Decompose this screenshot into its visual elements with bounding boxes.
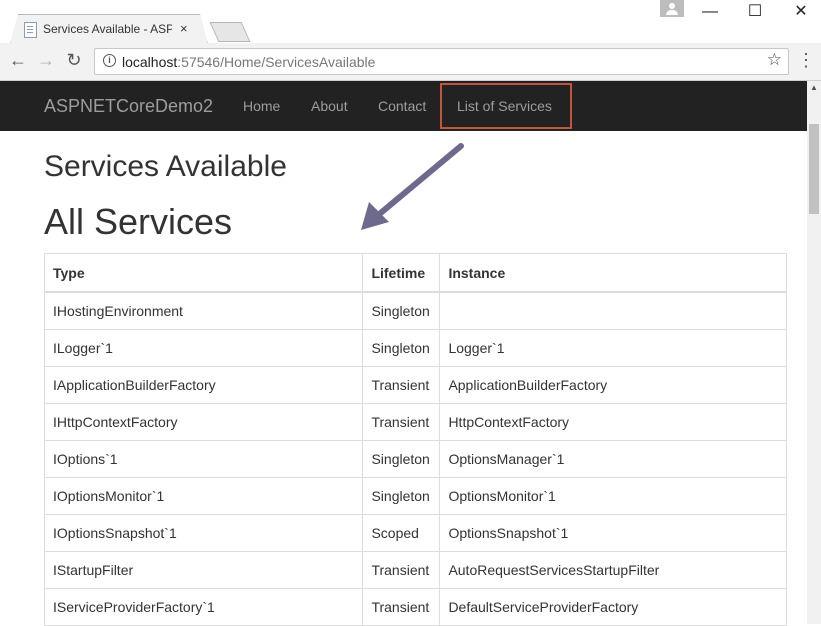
close-window-button[interactable]: ✕	[781, 0, 821, 24]
column-header-lifetime: Lifetime	[362, 253, 441, 293]
table-row: IOptionsSnapshot`1 Scoped OptionsSnapsho…	[43, 514, 787, 552]
tab-close-icon[interactable]: ×	[180, 21, 188, 36]
instance-cell	[439, 291, 787, 330]
scrollbar-thumb[interactable]	[809, 124, 819, 214]
table-row: IHostingEnvironment Singleton	[43, 291, 787, 330]
instance-cell: Logger`1	[439, 329, 787, 367]
table-row: IOptions`1 Singleton OptionsManager`1	[43, 440, 787, 478]
type-cell: IStartupFilter	[43, 551, 364, 589]
site-navbar: ASPNETCoreDemo2 Home About Contact List …	[0, 81, 807, 131]
type-cell: IOptionsMonitor`1	[43, 477, 364, 515]
instance-cell: DefaultServiceProviderFactory	[439, 588, 787, 626]
column-header-type: Type	[43, 253, 364, 293]
lifetime-cell: Singleton	[362, 291, 441, 330]
address-bar[interactable]: i localhost:57546/Home/ServicesAvailable…	[94, 48, 789, 75]
table-header-row: Type Lifetime Instance	[43, 253, 787, 293]
lifetime-cell: Singleton	[362, 477, 441, 515]
bookmark-star-icon[interactable]: ☆	[767, 50, 782, 70]
instance-cell: HttpContextFactory	[439, 403, 787, 441]
nav-link-home[interactable]: Home	[243, 98, 280, 114]
column-header-instance: Instance	[439, 253, 787, 293]
table-row: IStartupFilter Transient AutoRequestServ…	[43, 551, 787, 589]
lifetime-cell: Transient	[362, 551, 441, 589]
lifetime-cell: Transient	[362, 403, 441, 441]
annotation-arrow-icon	[361, 143, 464, 230]
lifetime-cell: Singleton	[362, 440, 441, 478]
services-table: Type Lifetime Instance IHostingEnvironme…	[43, 253, 787, 626]
url-host: localhost	[122, 54, 178, 70]
nav-link-contact[interactable]: Contact	[378, 98, 426, 114]
type-cell: IApplicationBuilderFactory	[43, 366, 364, 404]
minimize-button[interactable]: —	[690, 0, 730, 24]
table-row: IOptionsMonitor`1 Singleton OptionsMonit…	[43, 477, 787, 515]
nav-link-list-of-services[interactable]: List of Services	[457, 98, 552, 114]
table-row: IApplicationBuilderFactory Transient App…	[43, 366, 787, 404]
browser-tab-strip: Services Available - ASP.NET × — ☐ ✕	[0, 0, 821, 44]
reload-icon[interactable]: ↻	[63, 49, 85, 71]
page-title: All Services	[44, 201, 233, 242]
type-cell: IServiceProviderFactory`1	[43, 588, 364, 626]
instance-cell: OptionsManager`1	[439, 440, 787, 478]
browser-toolbar: ← → ↻ i localhost:57546/Home/ServicesAva…	[0, 43, 821, 81]
lifetime-cell: Transient	[362, 366, 441, 404]
type-cell: IHttpContextFactory	[43, 403, 364, 441]
table-row: ILogger`1 Singleton Logger`1	[43, 329, 787, 367]
back-arrow-icon[interactable]: ←	[7, 49, 29, 71]
url-text[interactable]: localhost:57546/Home/ServicesAvailable	[122, 54, 375, 70]
type-cell: IHostingEnvironment	[43, 291, 364, 330]
table-row: IHttpContextFactory Transient HttpContex…	[43, 403, 787, 441]
url-path: :57546/Home/ServicesAvailable	[177, 54, 376, 70]
site-info-icon[interactable]: i	[103, 54, 116, 67]
forward-arrow-icon[interactable]: →	[35, 49, 57, 71]
instance-cell: OptionsMonitor`1	[439, 477, 787, 515]
type-cell: IOptionsSnapshot`1	[43, 514, 364, 552]
browser-menu-icon[interactable]: ⋮	[796, 49, 816, 71]
navbar-brand[interactable]: ASPNETCoreDemo2	[44, 96, 213, 117]
type-cell: IOptions`1	[43, 440, 364, 478]
instance-cell: ApplicationBuilderFactory	[439, 366, 787, 404]
lifetime-cell: Transient	[362, 588, 441, 626]
scroll-up-arrow-icon[interactable]: ▲	[807, 81, 821, 95]
tab-title[interactable]: Services Available - ASP.NET	[43, 22, 172, 36]
lifetime-cell: Singleton	[362, 329, 441, 367]
instance-cell: AutoRequestServicesStartupFilter	[439, 551, 787, 589]
table-row: IServiceProviderFactory`1 Transient Defa…	[43, 588, 787, 626]
page-subtitle: Services Available	[44, 150, 287, 183]
lifetime-cell: Scoped	[362, 514, 441, 552]
user-profile-icon[interactable]	[660, 0, 684, 17]
maximize-button[interactable]: ☐	[735, 0, 775, 24]
new-tab-button[interactable]	[209, 22, 251, 42]
nav-link-about[interactable]: About	[311, 98, 348, 114]
type-cell: ILogger`1	[43, 329, 364, 367]
page-favicon-icon	[24, 22, 37, 38]
instance-cell: OptionsSnapshot`1	[439, 514, 787, 552]
